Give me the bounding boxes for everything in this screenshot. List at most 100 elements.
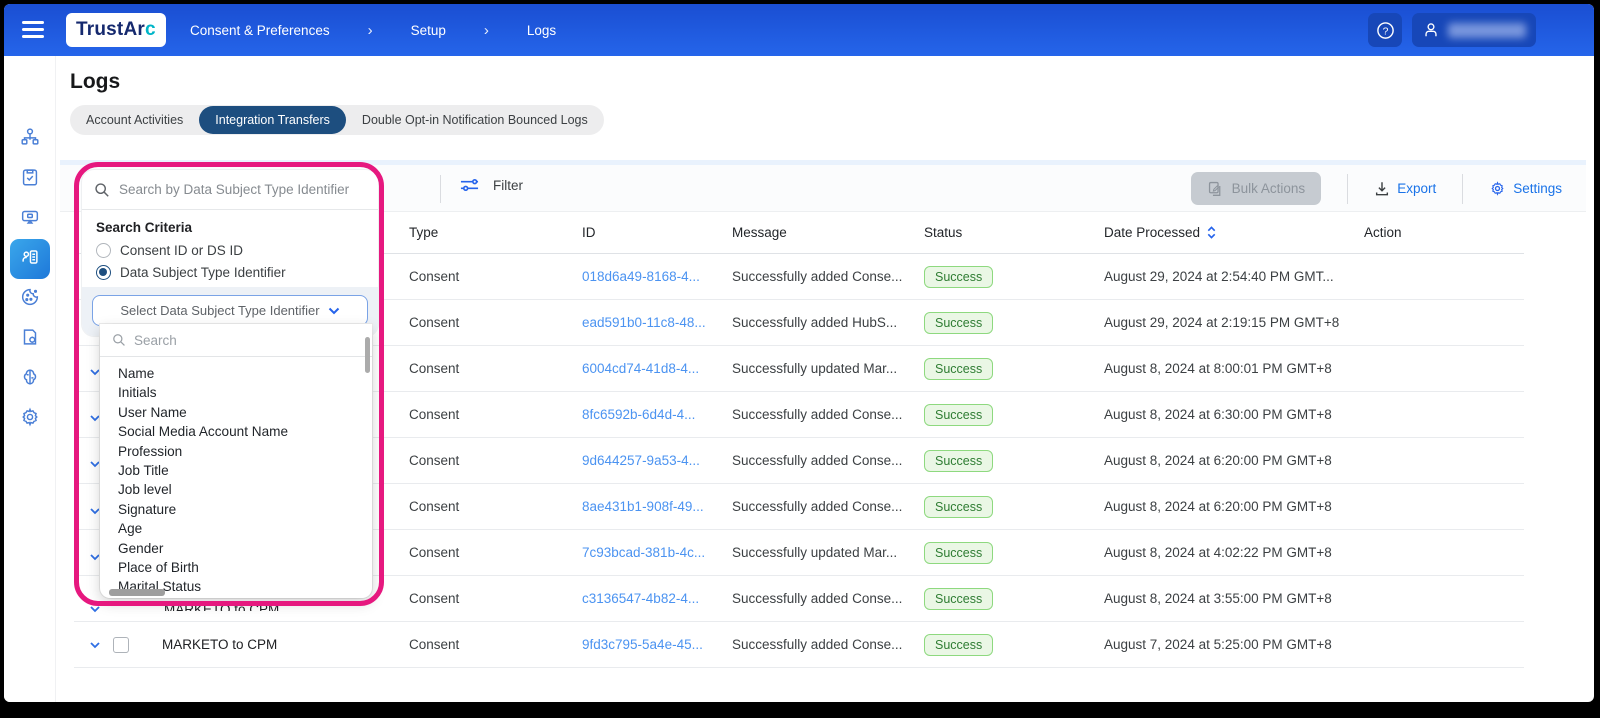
table-row[interactable]: MARKETO to CPM Consent 9fd3c795-5a4e-45.… [74,622,1524,668]
sort-arrows-icon[interactable] [1206,225,1217,240]
question-circle-icon: ? [1376,21,1395,40]
filter-sliders-icon [460,177,479,193]
trustarc-logo[interactable]: TrustArc [66,13,166,47]
option-social-media-account-name[interactable]: Social Media Account Name [118,422,372,441]
status-badge: Success [924,403,994,426]
consent-id-link[interactable]: 7c93bcad-381b-4c... [582,545,732,560]
search-icon [112,333,126,347]
filter-button[interactable]: Filter [460,177,523,193]
option-gender[interactable]: Gender [118,539,372,558]
column-header-id: ID [582,225,596,240]
toolbar-divider [440,175,441,203]
breadcrumb-setup[interactable]: Setup [411,23,446,38]
audit-logs-icon [19,246,41,273]
gear-icon [1489,180,1506,197]
sidebar-item-intelligence[interactable] [10,359,50,399]
status-badge: Success [924,265,994,288]
tab-account-activities[interactable]: Account Activities [70,106,199,134]
identifier-option-list: Name Initials User Name Social Media Acc… [100,357,372,597]
breadcrumb-consent-preferences[interactable]: Consent & Preferences [190,23,330,38]
breadcrumb: Consent & Preferences › Setup › Logs [190,4,556,56]
option-place-of-birth[interactable]: Place of Birth [118,558,372,577]
consent-id-link[interactable]: 018d6a49-8168-4... [582,269,732,284]
radio-data-subject-type[interactable]: Data Subject Type Identifier [96,265,364,280]
sidebar-item-banner[interactable] [10,199,50,239]
connection-label: MARKETO to CPM [162,637,278,652]
document-gear-icon [19,326,41,353]
column-header-date-processed[interactable]: Date Processed [1104,225,1364,240]
tab-double-opt-in[interactable]: Double Opt-in Notification Bounced Logs [346,106,604,134]
download-icon [1374,180,1390,197]
sidebar-item-assessments[interactable] [10,159,50,199]
consent-id-link[interactable]: c3136547-4b82-4... [582,591,732,606]
user-icon [1422,21,1440,39]
consent-id-link[interactable]: 6004cd74-41d8-4... [582,361,732,376]
option-age[interactable]: Age [118,519,372,538]
dropdown-horizontal-scrollbar[interactable] [109,589,165,596]
search-icon [94,182,110,198]
sidebar-item-settings[interactable] [10,399,50,439]
option-initials[interactable]: Initials [118,383,372,402]
option-job-level[interactable]: Job level [118,480,372,499]
consent-id-link[interactable]: ead591b0-11c8-48... [582,315,732,330]
page-title: Logs [70,70,121,93]
clipboard-check-icon [19,166,41,193]
data-subject-type-select[interactable]: Select Data Subject Type Identifier [92,295,368,326]
chevron-down-icon[interactable] [88,638,102,652]
status-badge: Success [924,449,994,472]
svg-text:?: ? [1382,26,1388,37]
sidebar-item-org-chart[interactable] [10,119,50,159]
sidebar-item-cookies[interactable] [10,279,50,319]
settings-button[interactable]: Settings [1463,180,1568,197]
dropdown-vertical-scrollbar[interactable] [365,337,370,373]
top-navbar: TrustArc Consent & Preferences › Setup ›… [4,4,1594,56]
consent-id-link[interactable]: 9fd3c795-5a4e-45... [582,637,732,652]
option-user-name[interactable]: User Name [118,403,372,422]
option-signature[interactable]: Signature [118,500,372,519]
search-criteria-panel: Search Criteria Consent ID or DS ID Data… [82,170,378,336]
row-checkbox[interactable] [113,636,129,653]
column-header-action: Action [1364,225,1402,240]
chevron-down-icon [328,307,339,314]
search-field[interactable] [82,170,378,210]
consent-id-link[interactable]: 8ae431b1-908f-49... [582,499,732,514]
sidebar-item-logs[interactable] [10,239,50,279]
radio-consent-id[interactable]: Consent ID or DS ID [96,243,364,258]
help-button[interactable]: ? [1368,13,1402,47]
column-header-type: Type [409,225,439,240]
search-criteria-title: Search Criteria [96,220,193,235]
select-dropdown-panel: Name Initials User Name Social Media Acc… [100,324,372,598]
chevron-right-icon: › [483,21,489,39]
consent-id-link[interactable]: 9d644257-9a53-4... [582,453,732,468]
sidebar-item-policies[interactable] [10,319,50,359]
search-input[interactable] [119,182,366,197]
org-chart-icon [19,126,41,153]
bulk-actions-button[interactable]: Bulk Actions [1190,172,1322,205]
status-badge: Success [924,587,994,610]
app-window: TrustArc Consent & Preferences › Setup ›… [4,4,1594,702]
user-name-redacted [1448,22,1526,38]
banner-icon [19,206,41,233]
hamburger-menu-icon[interactable] [22,21,44,38]
status-badge: Success [924,357,994,380]
option-name[interactable]: Name [118,364,372,383]
tab-integration-transfers[interactable]: Integration Transfers [199,106,346,134]
dropdown-search-field[interactable] [100,324,372,357]
chevron-down-icon[interactable] [88,602,102,616]
chevron-right-icon: › [367,21,373,39]
column-header-message: Message [732,225,787,240]
breadcrumb-logs[interactable]: Logs [527,23,556,38]
dropdown-search-input[interactable] [134,332,360,348]
radio-button-icon[interactable] [96,243,111,258]
option-job-title[interactable]: Job Title [118,461,372,480]
radio-button-icon[interactable] [96,265,111,280]
status-badge: Success [924,311,994,334]
consent-id-link[interactable]: 8fc6592b-6d4d-4... [582,407,732,422]
bulk-copy-icon [1207,180,1224,197]
option-profession[interactable]: Profession [118,442,372,461]
settings-gear-icon [19,406,41,433]
ai-brain-icon [19,366,41,393]
export-button[interactable]: Export [1348,180,1462,197]
user-menu-button[interactable] [1412,13,1536,47]
column-header-status: Status [924,225,963,240]
